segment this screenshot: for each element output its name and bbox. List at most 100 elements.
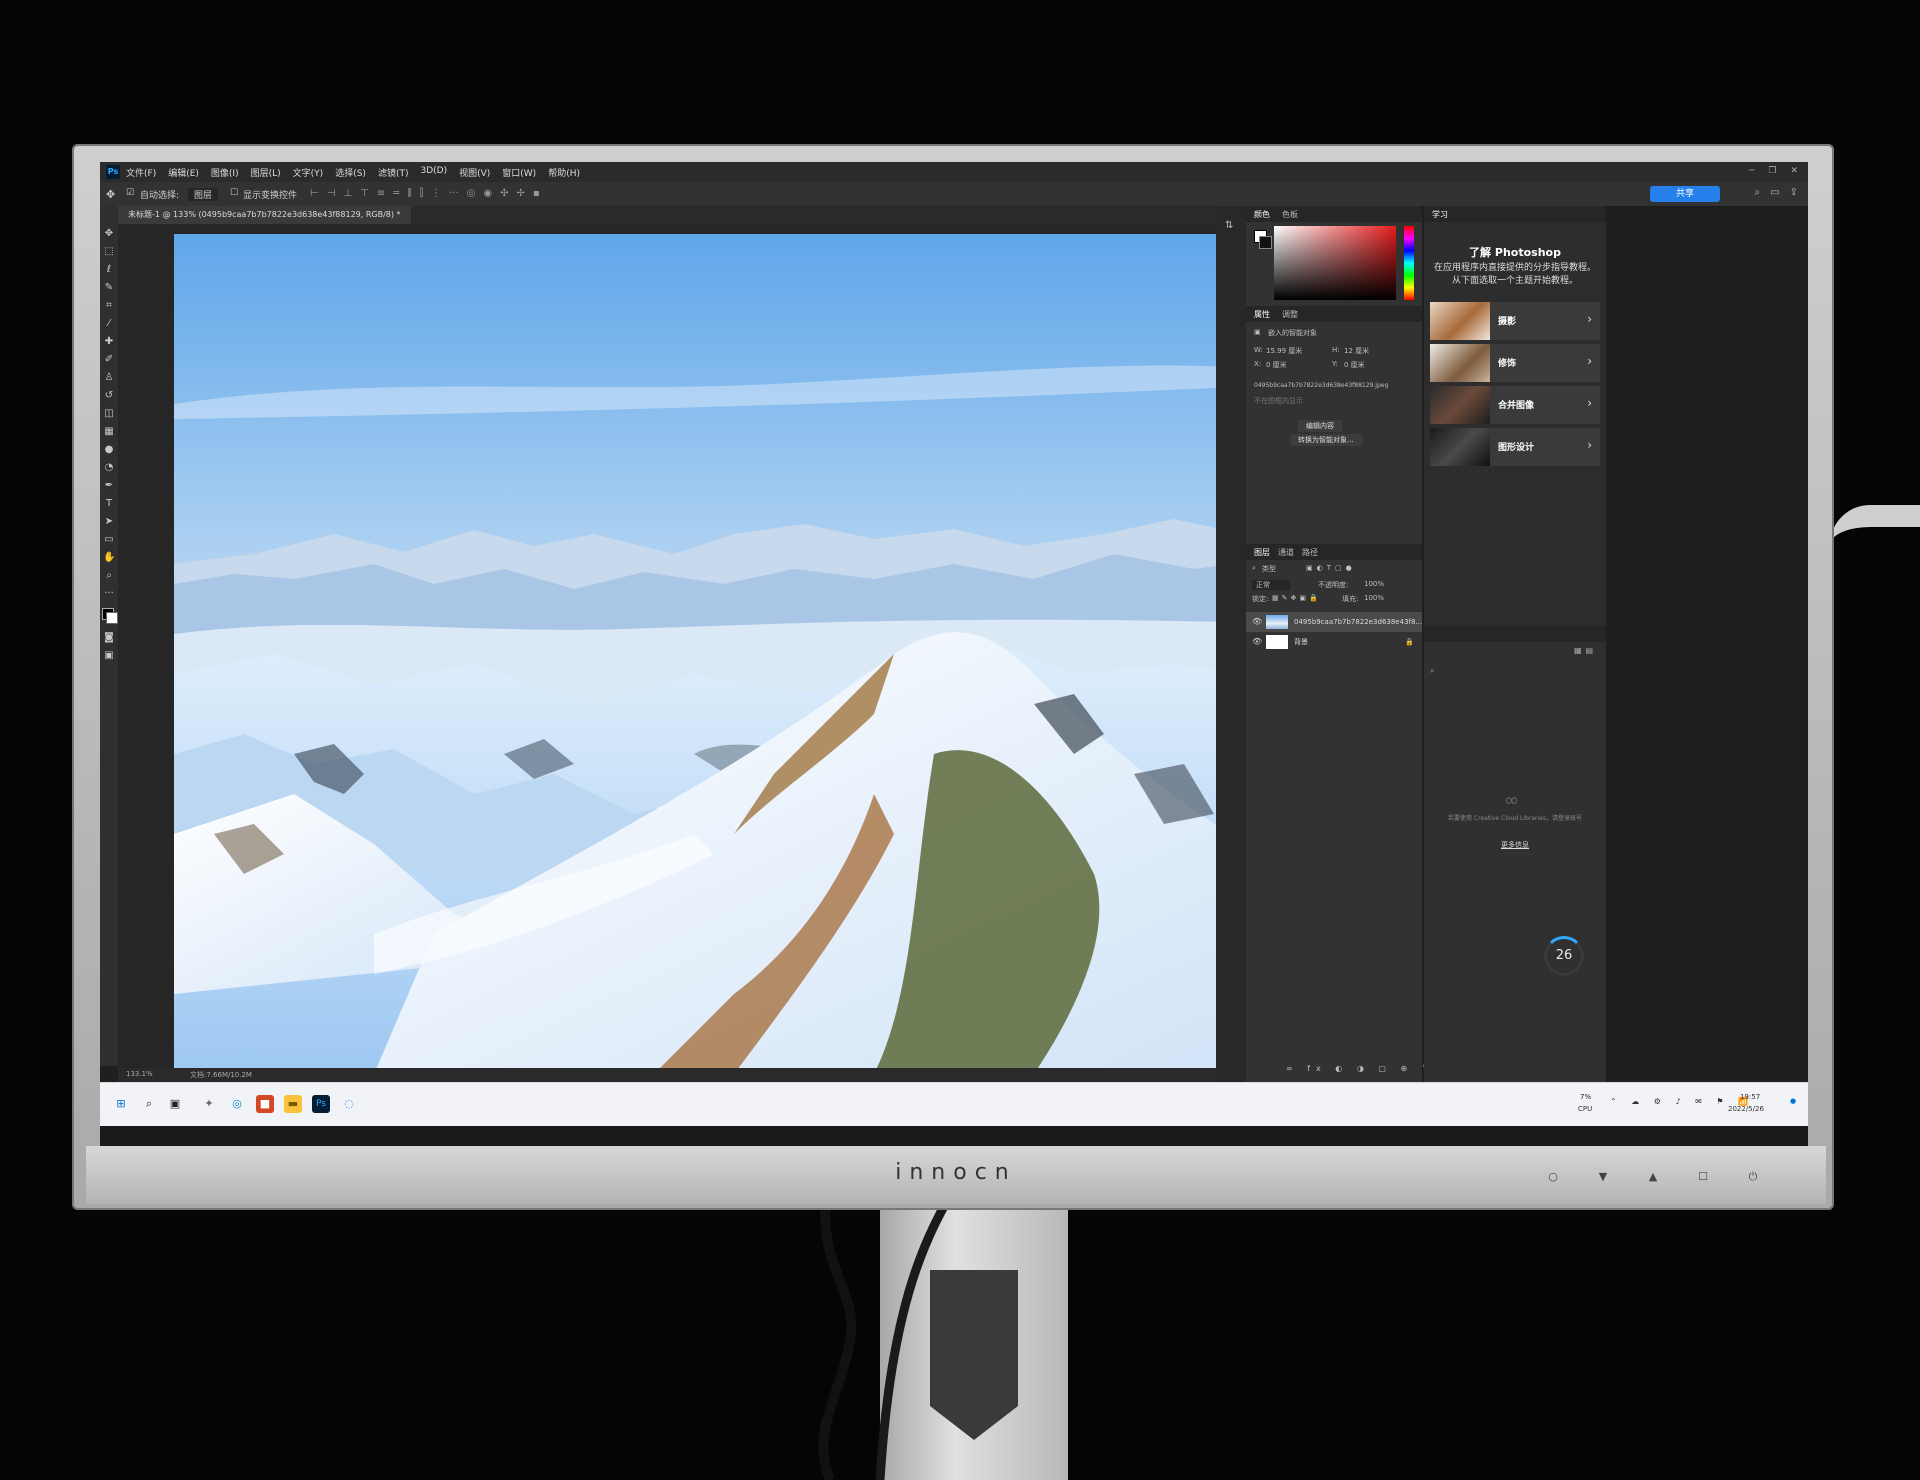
library-more-info-link[interactable]: 更多信息 xyxy=(1424,840,1606,850)
library-view-icons[interactable]: ▦▤ xyxy=(1574,646,1597,655)
align-left-icon[interactable]: ⊢ xyxy=(310,188,319,199)
distribute-v-icon[interactable]: ⋮ xyxy=(431,188,441,199)
move-tool-icon[interactable]: ✥ xyxy=(103,228,115,240)
y-field[interactable]: 0 厘米 xyxy=(1344,360,1365,370)
tab-swatches[interactable]: 色板 xyxy=(1282,209,1298,220)
align-center-icon[interactable]: ⊣ xyxy=(327,188,336,199)
eyedropper-tool-icon[interactable]: ⁄ xyxy=(103,318,115,330)
menu-select[interactable]: 选择(S) xyxy=(335,166,366,179)
healing-tool-icon[interactable]: ✚ xyxy=(103,336,115,348)
menu-3d[interactable]: 3D(D) xyxy=(420,166,447,179)
menu-file[interactable]: 文件(F) xyxy=(126,166,156,179)
zoom-tool-icon[interactable]: ⌕ xyxy=(103,570,115,582)
quick-select-tool-icon[interactable]: ✎ xyxy=(103,282,115,294)
show-transform-checkbox[interactable]: ☐ xyxy=(230,188,238,198)
opacity-field[interactable]: 100% xyxy=(1364,580,1384,588)
tab-layers[interactable]: 图层 xyxy=(1254,547,1270,558)
3d-slide-icon[interactable]: ✢ xyxy=(517,188,525,199)
learn-card-retouch[interactable]: 修饰 › xyxy=(1430,344,1600,382)
learn-card-photography[interactable]: 摄影 › xyxy=(1430,302,1600,340)
hue-slider[interactable] xyxy=(1404,226,1414,300)
menu-edit[interactable]: 编辑(E) xyxy=(168,166,199,179)
layer-filter-icons[interactable]: ▣◐T▢● xyxy=(1306,564,1356,572)
notification-icon[interactable]: ● xyxy=(1790,1097,1796,1105)
auto-select-checkbox[interactable]: ☑ xyxy=(126,188,134,198)
height-field[interactable]: 12 厘米 xyxy=(1344,346,1369,356)
auto-select-dropdown[interactable]: 图层 xyxy=(188,188,219,201)
blur-tool-icon[interactable]: ● xyxy=(103,444,115,456)
layer-filter-dropdown[interactable]: 类型 xyxy=(1262,564,1276,574)
minimize-icon[interactable]: ─ xyxy=(1749,166,1754,176)
menu-view[interactable]: 视图(V) xyxy=(459,166,490,179)
type-tool-icon[interactable]: T xyxy=(103,498,115,510)
monitor-button-down[interactable]: ▼ xyxy=(1596,1170,1610,1183)
workspace-icon[interactable]: ▭ xyxy=(1770,187,1779,198)
quick-mask-icon[interactable]: ◙ xyxy=(103,632,115,644)
tab-learn[interactable]: 学习 xyxy=(1432,209,1448,220)
document-tab[interactable]: 未标题-1 @ 133% (0495b9caa7b7b7822e3d638e43… xyxy=(118,206,411,224)
move-tool-icon[interactable]: ✥ xyxy=(106,188,115,201)
visibility-eye-icon[interactable]: 👁 xyxy=(1252,632,1262,652)
learn-card-graphic-design[interactable]: 图形设计 › xyxy=(1430,428,1600,466)
tab-properties[interactable]: 属性 xyxy=(1254,309,1270,320)
align-right-icon[interactable]: ⊥ xyxy=(343,188,352,199)
x-field[interactable]: 0 厘米 xyxy=(1266,360,1287,370)
photoshop-taskbar-icon[interactable]: Ps xyxy=(312,1095,330,1113)
lock-icons[interactable]: ▦✎✥▣🔒 xyxy=(1272,594,1321,602)
monitor-button-menu[interactable]: ☐ xyxy=(1696,1170,1710,1183)
task-view-icon[interactable]: ▣ xyxy=(166,1095,184,1113)
start-icon[interactable]: ⊞ xyxy=(112,1095,130,1113)
hand-tool-icon[interactable]: ✋ xyxy=(103,552,115,564)
path-select-icon[interactable]: ➤ xyxy=(103,516,115,528)
monitor-power-button[interactable]: ⏻ xyxy=(1746,1170,1760,1183)
background-color-swatch[interactable] xyxy=(106,612,118,624)
learn-card-combine[interactable]: 合并图像 › xyxy=(1430,386,1600,424)
app-circle-icon[interactable]: ◌ xyxy=(340,1095,358,1113)
stamp-tool-icon[interactable]: ♙ xyxy=(103,372,115,384)
blend-mode-dropdown[interactable]: 正常 xyxy=(1252,580,1290,590)
share-button[interactable]: 共享 xyxy=(1650,186,1720,202)
monitor-button-up[interactable]: ▲ xyxy=(1646,1170,1660,1183)
layer-row[interactable]: 👁 0495b9caa7b7b7822e3d638e43f8... xyxy=(1246,612,1422,632)
visibility-eye-icon[interactable]: 👁 xyxy=(1252,612,1262,632)
pen-tool-icon[interactable]: ✒ xyxy=(103,480,115,492)
width-field[interactable]: 15.99 厘米 xyxy=(1266,346,1302,356)
dodge-tool-icon[interactable]: ◔ xyxy=(103,462,115,474)
menu-image[interactable]: 图像(I) xyxy=(211,166,239,179)
distribute-h-icon[interactable]: ⫿ xyxy=(420,188,423,199)
search-icon[interactable]: ⌕ xyxy=(140,1095,158,1113)
restore-icon[interactable]: ❐ xyxy=(1768,166,1776,176)
layers-footer-icons[interactable]: ∞ fx ◐ ◑ ▢ ⊕ 🗑 xyxy=(1286,1064,1438,1073)
history-brush-icon[interactable]: ↺ xyxy=(103,390,115,402)
brush-tool-icon[interactable]: ✐ xyxy=(103,354,115,366)
marquee-tool-icon[interactable]: ⬚ xyxy=(103,246,115,258)
menu-filter[interactable]: 滤镜(T) xyxy=(378,166,409,179)
layer-row[interactable]: 👁 背景 🔒 xyxy=(1246,632,1422,652)
tab-adjustments[interactable]: 调整 xyxy=(1282,309,1298,320)
align-bottom-icon[interactable]: ═ xyxy=(393,188,399,199)
crop-tool-icon[interactable]: ⌗ xyxy=(103,300,115,312)
fill-field[interactable]: 100% xyxy=(1364,594,1384,602)
edit-contents-button[interactable]: 编辑内容 xyxy=(1298,420,1342,432)
store-icon[interactable]: ■ xyxy=(256,1095,274,1113)
screen-mode-icon[interactable]: ▣ xyxy=(103,650,115,662)
color-picker-field[interactable] xyxy=(1274,226,1396,300)
file-explorer-icon[interactable]: ▬ xyxy=(284,1095,302,1113)
close-icon[interactable]: ✕ xyxy=(1790,166,1798,176)
more-icon[interactable]: ··· xyxy=(449,188,459,199)
document-image[interactable] xyxy=(174,234,1304,1074)
3d-pan-icon[interactable]: ✣ xyxy=(500,188,508,199)
share-icon[interactable]: ⇪ xyxy=(1790,187,1798,198)
align-middle-icon[interactable]: ≡ xyxy=(377,188,385,199)
tab-color[interactable]: 颜色 xyxy=(1254,209,1270,220)
monitor-button-1[interactable]: ○ xyxy=(1546,1170,1560,1183)
3d-roll-icon[interactable]: ◉ xyxy=(483,188,492,199)
menu-layer[interactable]: 图层(L) xyxy=(251,166,281,179)
tray-date[interactable]: 2022/5/26 xyxy=(1728,1105,1764,1113)
menu-help[interactable]: 帮助(H) xyxy=(548,166,580,179)
3d-scale-icon[interactable]: ▪ xyxy=(533,188,540,199)
edge-icon[interactable]: ◎ xyxy=(228,1095,246,1113)
convert-button[interactable]: 转换为智能对象... xyxy=(1290,434,1362,446)
3d-orbit-icon[interactable]: ◎ xyxy=(467,188,476,199)
align-top-icon[interactable]: ⊤ xyxy=(360,188,369,199)
